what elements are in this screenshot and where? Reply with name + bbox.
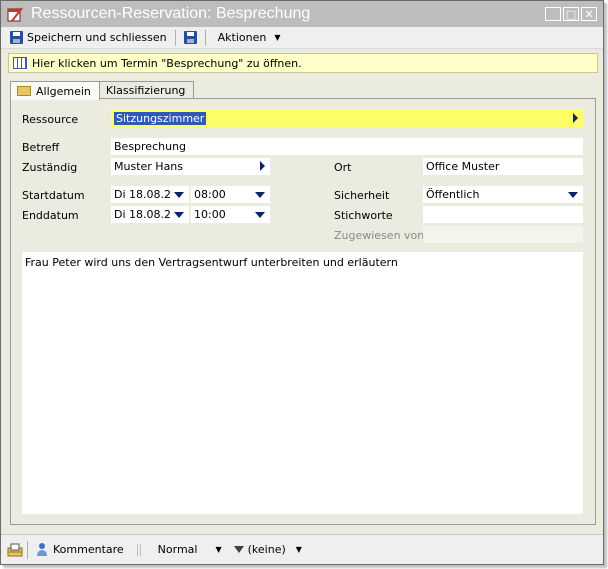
filter-dropdown[interactable]: (keine) ▼ [231, 540, 305, 560]
tab-allgemein[interactable]: Allgemein [10, 81, 100, 100]
folder-open-icon [17, 86, 31, 96]
chevron-down-icon [255, 212, 265, 218]
statusbar-separator [27, 540, 28, 559]
save-button[interactable] [181, 28, 200, 48]
open-appointment-infobar[interactable]: Hier klicken um Termin "Besprechung" zu … [8, 53, 598, 73]
maximize-button[interactable]: □ [563, 7, 579, 21]
stichworte-label: Stichworte [334, 209, 393, 222]
person-icon [35, 542, 49, 557]
startdatum-label: Startdatum [22, 189, 85, 202]
chevron-down-icon: ▼ [295, 545, 302, 554]
comments-button[interactable]: Kommentare [32, 540, 127, 560]
sicherheit-value: Öffentlich [426, 188, 480, 201]
minimize-icon: _ [550, 7, 556, 21]
priority-value: Normal [157, 543, 198, 556]
close-icon: ✕ [584, 7, 594, 21]
filter-value: (keine) [247, 543, 286, 556]
enddatum-label: Enddatum [22, 209, 79, 222]
priority-dropdown[interactable]: Normal ▼ [151, 540, 225, 560]
chevron-down-icon: ▼ [274, 33, 281, 42]
sicherheit-label: Sicherheit [334, 189, 390, 202]
chevron-down-icon [174, 192, 184, 198]
ort-value: Office Muster [426, 160, 500, 173]
toolbar: Speichern und schliessen Aktionen ▼ [1, 27, 603, 49]
zustaendig-value: Muster Hans [114, 160, 184, 173]
tab-strip: Allgemein Klassifizierung [10, 81, 195, 100]
calendar-pen-icon [7, 6, 23, 22]
end-date-picker[interactable]: Di 18.08.2 [111, 206, 189, 223]
minimize-button[interactable]: _ [545, 7, 561, 21]
chevron-down-icon [568, 192, 578, 198]
ort-input[interactable]: Office Muster [423, 158, 583, 175]
zugewiesen-von-label: Zugewiesen von [334, 229, 425, 242]
actions-menu-button[interactable]: Aktionen ▼ [211, 28, 284, 48]
end-time-value: 10:00 [194, 208, 226, 221]
betreff-label: Betreff [22, 141, 60, 154]
tab-allgemein-label: Allgemein [36, 84, 91, 98]
floppy-disk-icon [183, 31, 197, 44]
calendar-grid-icon [13, 57, 27, 69]
actions-label: Aktionen [217, 31, 267, 44]
comments-label: Kommentare [53, 543, 124, 556]
maximize-icon: □ [565, 7, 577, 21]
notes-textarea[interactable]: Frau Peter wird uns den Vertragsentwurf … [22, 252, 583, 514]
toolbar-separator [174, 29, 176, 46]
ressource-value: Sitzungszimmer [114, 112, 207, 125]
start-date-value: Di 18.08.2 [114, 188, 172, 201]
zugewiesen-von-field [423, 226, 583, 243]
start-time-value: 08:00 [194, 188, 226, 201]
statusbar-grip [136, 543, 141, 556]
betreff-value: Besprechung [114, 140, 187, 153]
betreff-input[interactable]: Besprechung [111, 138, 583, 155]
end-time-select[interactable]: 10:00 [191, 206, 270, 223]
ort-label: Ort [334, 161, 352, 174]
save-close-button[interactable]: Speichern und schliessen [7, 28, 170, 48]
zustaendig-label: Zuständig [22, 161, 78, 174]
save-close-label: Speichern und schliessen [27, 31, 167, 44]
reservation-window: Ressourcen-Reservation: Besprechung _ □ … [0, 0, 604, 565]
chevron-down-icon [174, 212, 184, 218]
status-bar: Kommentare Normal ▼ (keine) ▼ [1, 534, 603, 564]
inbox-tray-icon[interactable] [7, 543, 23, 557]
end-date-value: Di 18.08.2 [114, 208, 172, 221]
ressource-label: Ressource [22, 113, 79, 126]
sicherheit-select[interactable]: Öffentlich [423, 186, 583, 203]
notes-text: Frau Peter wird uns den Vertragsentwurf … [25, 256, 398, 269]
toolbar-separator [204, 29, 206, 46]
chevron-down-icon: ▼ [215, 545, 222, 554]
title-bar: Ressourcen-Reservation: Besprechung _ □ … [1, 1, 603, 27]
arrow-right-icon [260, 161, 265, 171]
stichworte-input[interactable] [423, 206, 583, 223]
infobar-text: Hier klicken um Termin "Besprechung" zu … [32, 56, 302, 70]
general-tab-panel: Ressource Sitzungszimmer Betreff Besprec… [10, 98, 596, 525]
tab-klassifizierung-label: Klassifizierung [105, 84, 186, 97]
arrow-right-icon [573, 113, 578, 123]
start-date-picker[interactable]: Di 18.08.2 [111, 186, 189, 203]
filter-funnel-icon [233, 546, 244, 553]
start-time-select[interactable]: 08:00 [191, 186, 270, 203]
tab-klassifizierung[interactable]: Klassifizierung [98, 81, 195, 99]
chevron-down-icon [255, 192, 265, 198]
ressource-field[interactable]: Sitzungszimmer [111, 110, 583, 127]
window-title: Ressourcen-Reservation: Besprechung [31, 5, 311, 22]
zustaendig-field[interactable]: Muster Hans [111, 158, 270, 175]
close-button[interactable]: ✕ [581, 7, 597, 21]
floppy-disk-icon [10, 31, 23, 44]
